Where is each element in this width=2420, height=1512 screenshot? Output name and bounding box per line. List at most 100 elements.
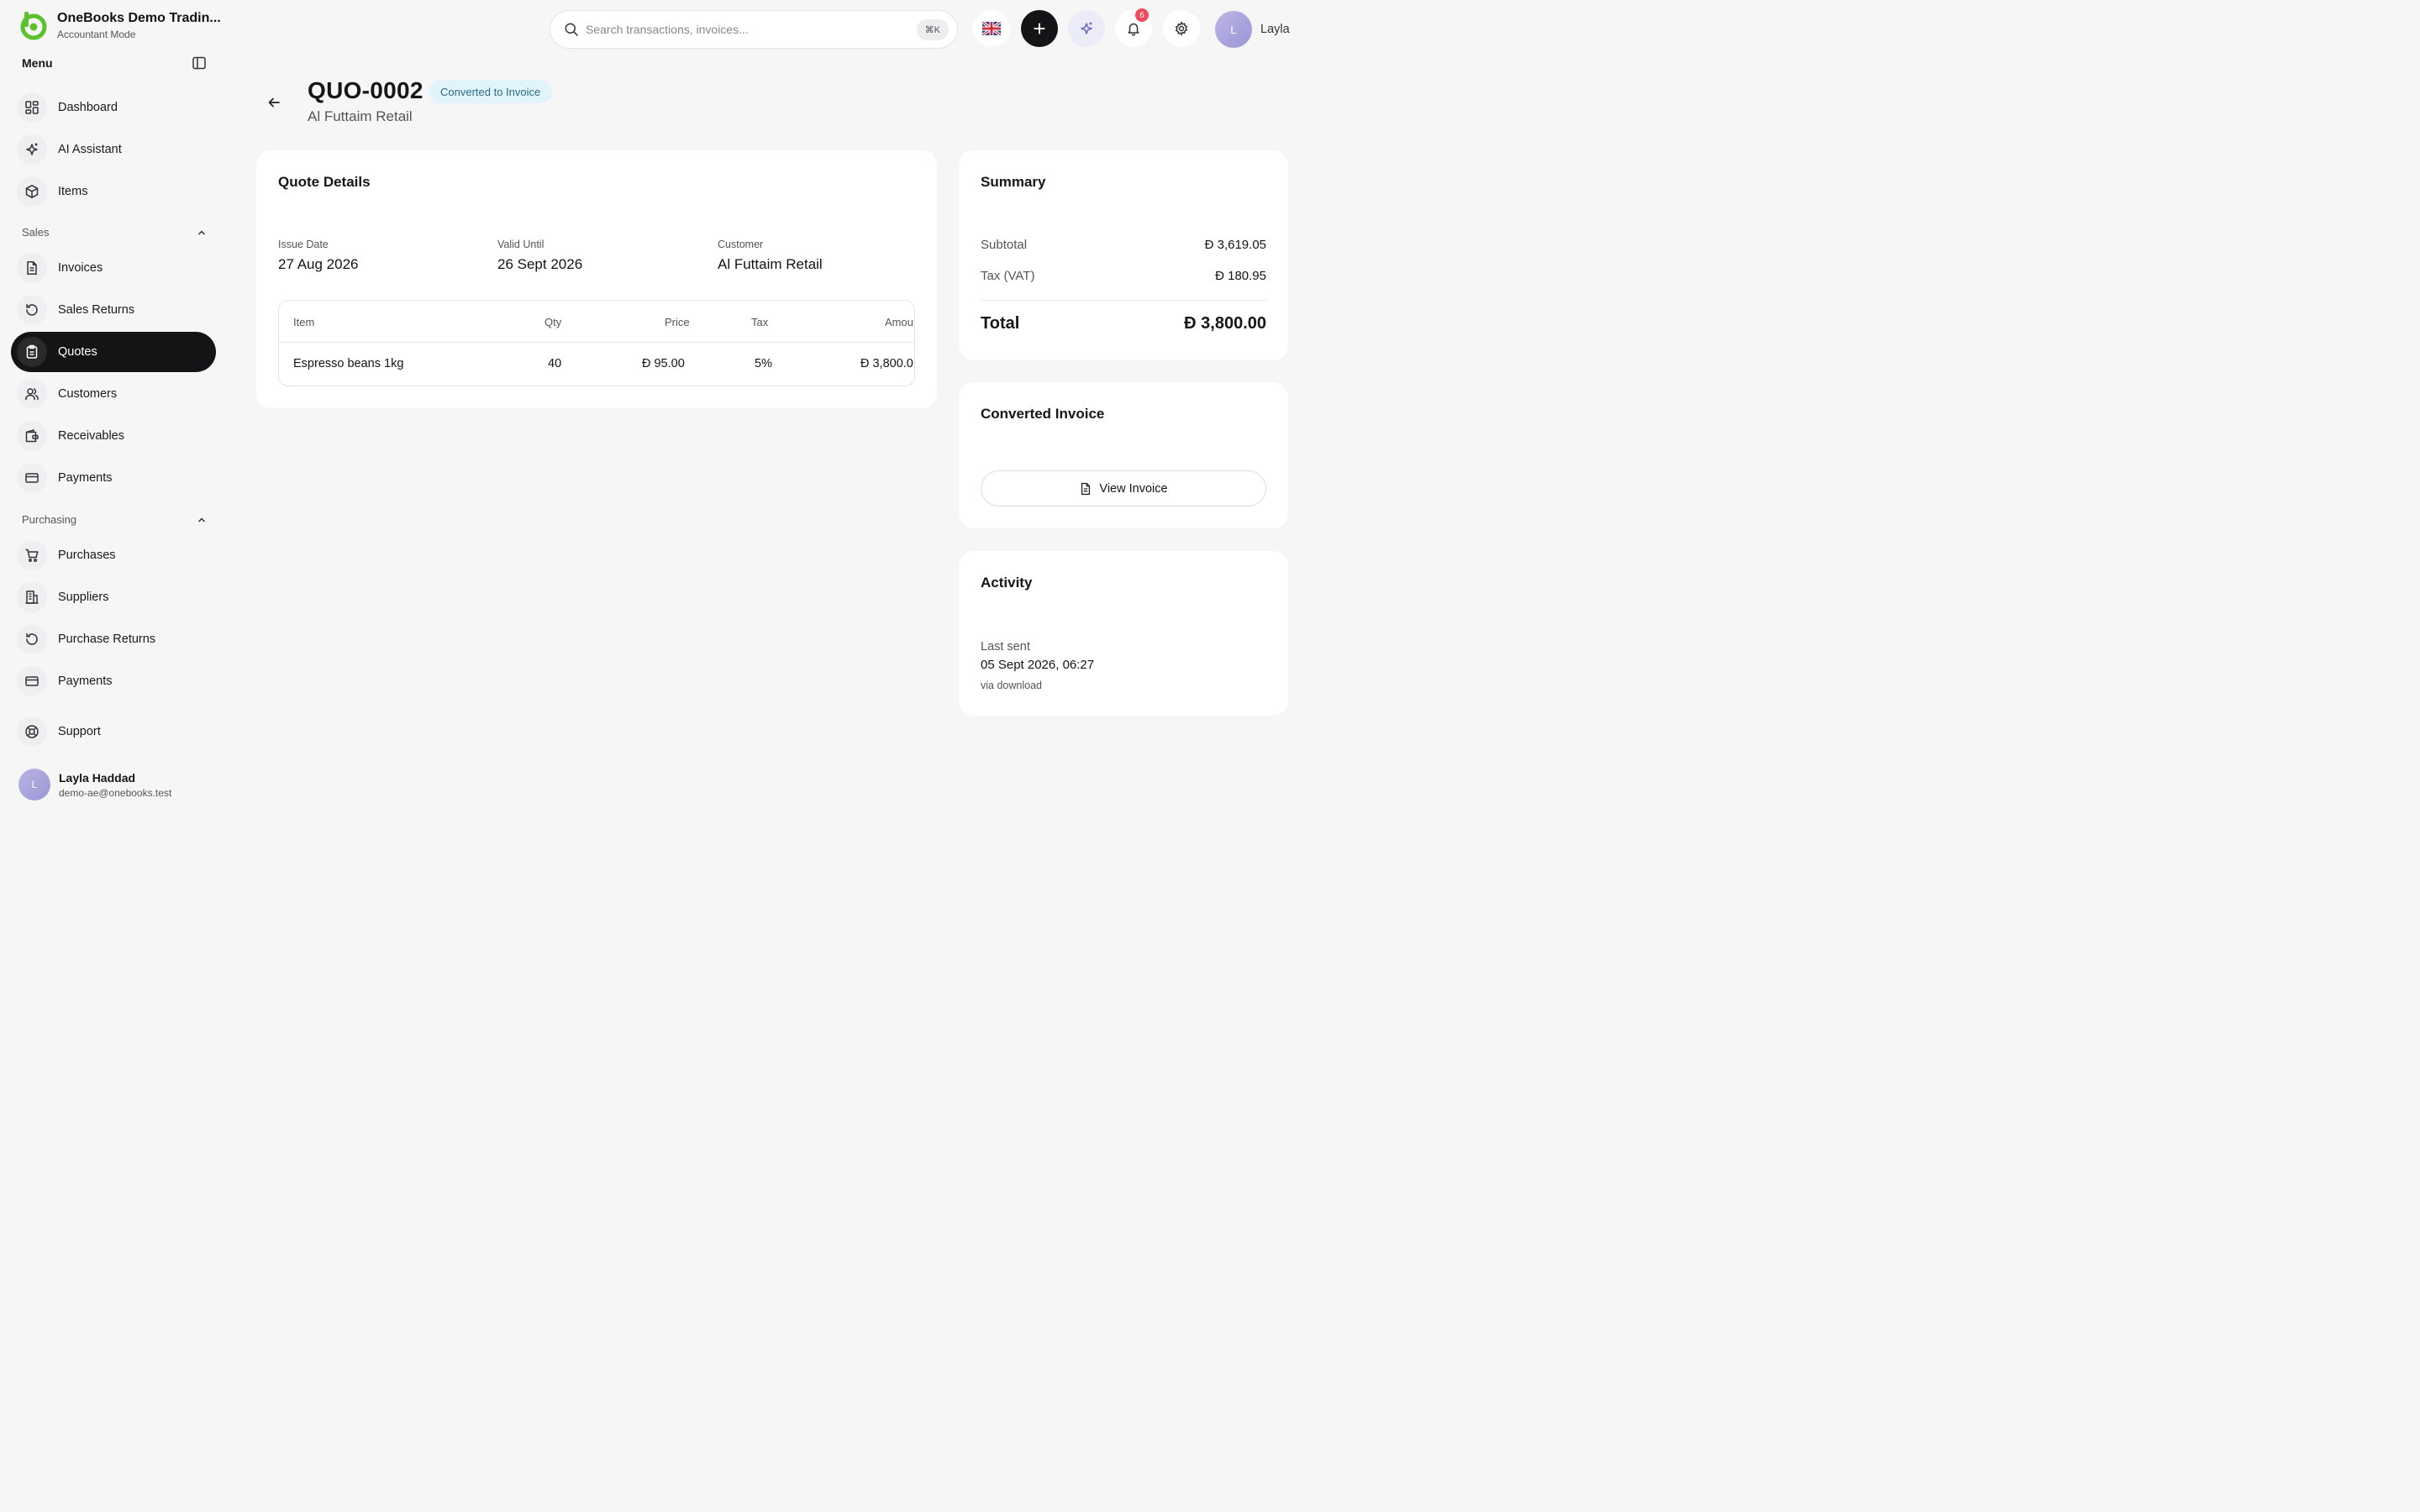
- summary-divider: [981, 300, 1266, 301]
- clipboard-icon: [17, 337, 47, 367]
- chevron-up-icon: [197, 515, 207, 525]
- card-title: Activity: [981, 575, 1033, 591]
- sidebar-item-items[interactable]: Items: [11, 171, 216, 212]
- arrow-left-icon: [267, 96, 281, 109]
- box-icon: [17, 176, 47, 207]
- card-icon: [17, 666, 47, 696]
- settings-button[interactable]: [1163, 10, 1200, 47]
- user-short-name: Layla: [1260, 23, 1290, 36]
- document-icon: [17, 253, 47, 283]
- sidebar-item-purchases[interactable]: Purchases: [11, 535, 216, 575]
- sidebar-item-invoices[interactable]: Invoices: [11, 248, 216, 288]
- sidebar-item-label: Suppliers: [58, 591, 109, 604]
- search-input[interactable]: [586, 23, 917, 36]
- brand-logo-icon: [18, 10, 49, 40]
- card-title: Converted Invoice: [981, 406, 1105, 422]
- subtotal-label: Subtotal: [981, 238, 1028, 252]
- cart-icon: [17, 540, 47, 570]
- field-label: Valid Until: [497, 239, 544, 250]
- tax-value: Đ 180.95: [1215, 269, 1266, 283]
- tax-amount: 180.95: [1228, 269, 1266, 283]
- return-icon: [17, 624, 47, 654]
- purchasing-section-title: Purchasing: [22, 513, 77, 526]
- wallet-icon: [17, 421, 47, 451]
- sidebar-item-label: Sales Returns: [58, 303, 135, 317]
- activity-value: 05 Sept 2026, 06:27: [981, 658, 1095, 672]
- sidebar-item-support[interactable]: Support: [11, 711, 216, 752]
- currency-symbol: Đ: [1215, 269, 1224, 283]
- sidebar: OneBooks Demo Tradin... Accountant Mode …: [0, 0, 227, 823]
- column-header-price: Price: [665, 316, 690, 328]
- cell-qty: 40: [548, 357, 562, 370]
- sidebar-item-suppliers[interactable]: Suppliers: [11, 577, 216, 617]
- search-shortcut: ⌘K: [916, 18, 949, 40]
- building-icon: [17, 582, 47, 612]
- currency-symbol: Đ: [1204, 238, 1214, 252]
- chevron-up-icon: [197, 228, 207, 238]
- sidebar-item-purchase-payments[interactable]: Payments: [11, 661, 216, 701]
- field-label: Customer: [718, 239, 764, 250]
- uk-flag-icon: [982, 22, 1001, 35]
- activity-via: via download: [981, 680, 1042, 691]
- page-subtitle: Al Futtaim Retail: [308, 108, 413, 124]
- sidebar-item-label: Customers: [58, 387, 118, 401]
- sidebar-item-customers[interactable]: Customers: [11, 374, 216, 414]
- users-icon: [17, 379, 47, 409]
- cell-price: Đ 95.00: [642, 357, 685, 370]
- card-title: Quote Details: [278, 174, 371, 190]
- create-new-button[interactable]: [1021, 10, 1058, 47]
- card-icon: [17, 463, 47, 493]
- purchasing-section-header[interactable]: Purchasing: [22, 513, 207, 526]
- user-menu[interactable]: L Layla: [1215, 11, 1290, 48]
- column-header-amount: Amou: [885, 316, 913, 328]
- cell-amount: Đ 3,800.0: [860, 357, 913, 370]
- sidebar-user[interactable]: L Layla Haddad demo-ae@onebooks.test: [18, 769, 171, 801]
- sidebar-item-label: Receivables: [58, 429, 124, 443]
- user-name: Layla Haddad: [59, 770, 136, 785]
- tax-label: Tax (VAT): [981, 269, 1035, 283]
- view-invoice-label: View Invoice: [1099, 481, 1168, 496]
- sidebar-item-label: Support: [58, 725, 101, 738]
- avatar: L: [18, 769, 50, 801]
- search-bar[interactable]: ⌘K: [550, 10, 958, 49]
- column-header-tax: Tax: [751, 316, 769, 328]
- language-button[interactable]: [973, 10, 1010, 47]
- sidebar-item-quotes[interactable]: Quotes: [11, 332, 216, 372]
- document-icon: [1079, 482, 1092, 496]
- menu-header: Menu: [22, 55, 207, 71]
- brand[interactable]: OneBooks Demo Tradin... Accountant Mode: [18, 10, 221, 40]
- sales-section-title: Sales: [22, 226, 50, 239]
- sales-section-header[interactable]: Sales: [22, 226, 207, 239]
- sidebar-item-receivables[interactable]: Receivables: [11, 416, 216, 456]
- subtotal-amount: 3,619.05: [1217, 238, 1266, 252]
- sidebar-item-purchase-returns[interactable]: Purchase Returns: [11, 619, 216, 659]
- view-invoice-button[interactable]: View Invoice: [981, 470, 1266, 507]
- menu-title: Menu: [22, 56, 53, 70]
- table-divider: [279, 342, 914, 343]
- activity-label: Last sent: [981, 640, 1030, 654]
- notifications-button[interactable]: 6: [1115, 8, 1152, 47]
- column-header-qty: Qty: [544, 316, 562, 328]
- back-button[interactable]: [264, 92, 284, 113]
- field-value: Al Futtaim Retail: [718, 256, 823, 272]
- currency-symbol: Đ: [642, 357, 651, 370]
- total-label: Total: [981, 314, 1020, 333]
- summary-card: Summary Subtotal Đ 3,619.05 Tax (VAT) Đ …: [959, 150, 1288, 360]
- user-email: demo-ae@onebooks.test: [59, 786, 172, 799]
- tax-row: Tax (VAT) Đ 180.95: [981, 269, 1266, 283]
- sidebar-item-ai-assistant[interactable]: AI Assistant: [11, 129, 216, 170]
- issue-date-field: Issue Date 27 Aug 2026: [278, 239, 358, 273]
- sidebar-item-sales-returns[interactable]: Sales Returns: [11, 290, 216, 330]
- notification-count-badge: 6: [1135, 8, 1149, 22]
- sidebar-item-payments[interactable]: Payments: [11, 458, 216, 498]
- sidebar-item-dashboard[interactable]: Dashboard: [11, 87, 216, 128]
- cell-tax: 5%: [755, 357, 772, 370]
- customer-field: Customer Al Futtaim Retail: [718, 239, 823, 273]
- lifebuoy-icon: [17, 717, 47, 747]
- brand-name: OneBooks Demo Tradin...: [57, 10, 221, 25]
- plus-icon: [1033, 22, 1046, 35]
- bell-icon: [1126, 21, 1141, 36]
- sidebar-toggle-icon[interactable]: [192, 55, 207, 71]
- sparkle-icon: [17, 134, 47, 165]
- ai-assistant-button[interactable]: [1068, 10, 1105, 47]
